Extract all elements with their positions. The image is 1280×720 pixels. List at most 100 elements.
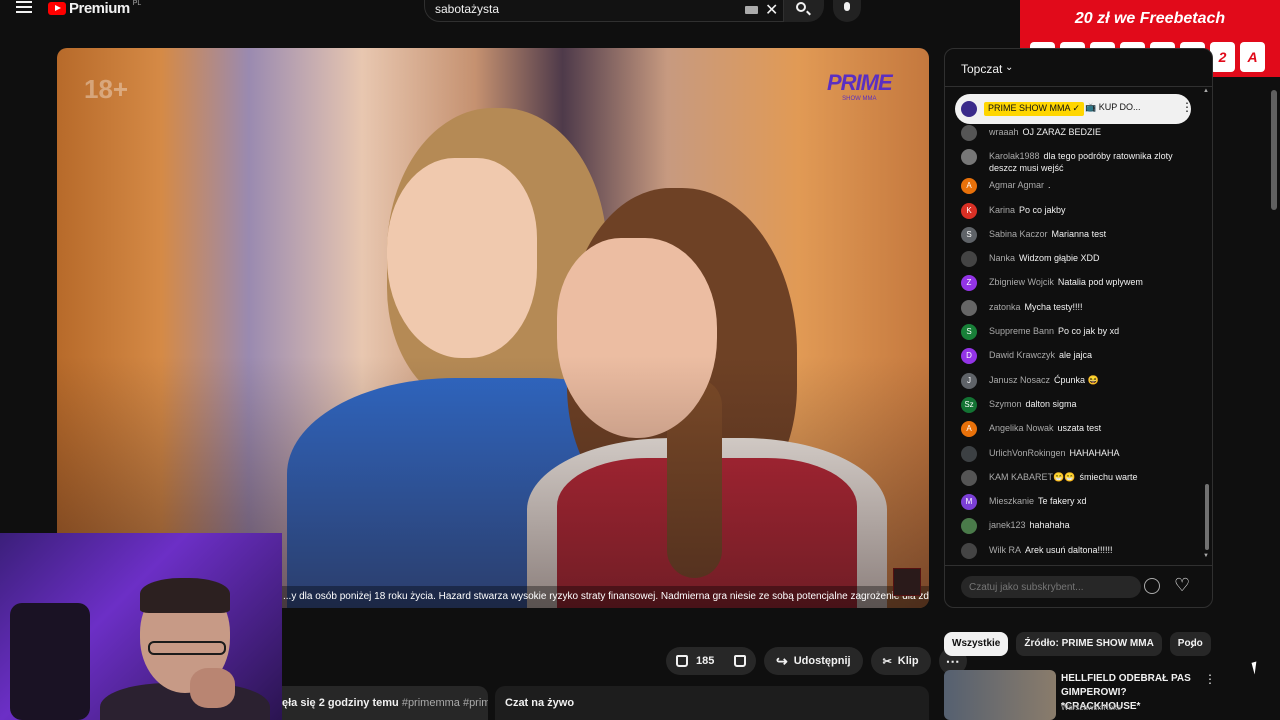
chat-input[interactable] <box>961 576 1141 598</box>
chat-author[interactable]: wraaah <box>989 127 1019 137</box>
video-description[interactable]: ęła się 2 godziny temu #primemma #primes… <box>282 686 488 720</box>
chat-message[interactable]: zatonka Mycha testy!!!! <box>945 296 1203 320</box>
avatar[interactable] <box>961 469 977 486</box>
avatar[interactable]: S <box>961 226 977 243</box>
video-thumbnail[interactable] <box>944 670 1056 720</box>
channel-name[interactable]: WarszawskiKoks <box>1061 703 1121 712</box>
like-button[interactable]: 185 <box>666 647 724 675</box>
avatar[interactable] <box>961 251 977 268</box>
chat-text: OJ ZARAZ BEDZIE <box>1022 127 1102 137</box>
chevron-right-icon[interactable]: › <box>1190 636 1195 652</box>
chat-message[interactable]: Karolak1988 dla tego podróby ratownika zl… <box>945 145 1203 174</box>
avatar[interactable] <box>961 125 977 141</box>
youtube-logo[interactable]: Premium PL <box>48 0 141 17</box>
chat-mode-dropdown[interactable]: Topczat <box>961 62 1002 76</box>
pinned-author: PRIME SHOW MMA ✓ <box>984 102 1085 116</box>
hashtags[interactable]: #primemma #primesh <box>399 697 488 709</box>
clip-button[interactable]: ✂ Klip <box>870 647 931 675</box>
clear-icon[interactable]: ✕ <box>765 0 778 20</box>
avatar[interactable]: J <box>961 372 977 389</box>
chat-messages: wraaah OJ ZARAZ BEDZIE Karolak1988 dla tego… <box>945 121 1203 563</box>
chat-text: Marianna test <box>1051 228 1107 239</box>
chat-text: Arek usuń daltona!!!!!! <box>1025 544 1113 555</box>
chat-message[interactable]: A Agmar Agmar. <box>945 174 1203 198</box>
video-actions: 185 ↪ Udostępnij ✂ Klip ⋯ <box>666 647 967 675</box>
chat-message[interactable]: janek123 hahahaha <box>945 514 1203 538</box>
avatar[interactable]: A <box>961 421 977 438</box>
chat-author[interactable]: Suppreme Bann <box>989 326 1054 336</box>
chat-message[interactable]: Z Zbigniew Wojcik Natalia pod wplywem <box>945 271 1203 295</box>
chat-text: HAHAHAHA <box>1069 447 1120 458</box>
chat-author[interactable]: zatonka <box>989 302 1021 312</box>
logo-sub: SHOW MMA <box>842 96 877 102</box>
chat-scrollbar[interactable] <box>1205 484 1209 550</box>
more-options-icon[interactable]: ⋮ <box>1181 100 1193 114</box>
share-button[interactable]: ↪ Udostępnij <box>764 647 863 675</box>
chat-message[interactable]: Wilk RA Arek usuń daltona!!!!!! <box>945 539 1203 563</box>
chat-author[interactable]: Dawid Krawczyk <box>989 350 1055 360</box>
chat-message[interactable]: D Dawid Krawczyk ale jajca <box>945 344 1203 368</box>
emoji-icon[interactable] <box>1144 578 1160 594</box>
chat-message[interactable]: Nanka Widzom głąbie XDD <box>945 247 1203 271</box>
scroll-up-arrow[interactable]: ▲ <box>1203 88 1209 94</box>
chevron-down-icon[interactable]: ⌄ <box>1005 62 1013 73</box>
chat-header: Topczat ⌄ <box>945 49 1212 87</box>
pinned-message[interactable]: PRIME SHOW MMA ✓ 📺 KUP DO... ⋮ <box>955 94 1193 124</box>
avatar[interactable]: Z <box>961 275 977 292</box>
heart-icon[interactable]: ♡ <box>1174 575 1190 596</box>
chat-message[interactable]: M Mieszkanie Te fakery xd <box>945 490 1203 514</box>
avatar[interactable] <box>961 149 977 166</box>
chat-author[interactable]: Karolak1988 <box>989 151 1040 161</box>
chat-message[interactable]: S Sabina Kaczor Marianna test <box>945 223 1203 247</box>
avatar[interactable] <box>961 518 977 535</box>
pinned-text: 📺 KUP DO... <box>1085 102 1141 112</box>
avatar[interactable]: Sz <box>961 396 977 413</box>
chat-author[interactable]: UrlichVonRokingen <box>989 448 1066 458</box>
more-options-icon[interactable]: ⋮ <box>1204 672 1216 686</box>
chip-all[interactable]: Wszystkie <box>944 632 1009 656</box>
avatar[interactable] <box>961 445 977 462</box>
chat-message[interactable]: UrlichVonRokingen HAHAHAHA <box>945 442 1203 466</box>
avatar[interactable] <box>961 299 977 316</box>
dislike-button[interactable] <box>724 647 756 675</box>
live-chat-bar[interactable]: Czat na żywo <box>495 686 929 720</box>
logo-main: PRIME <box>827 70 893 95</box>
chat-message[interactable]: Sz Szymon dalton sigma <box>945 393 1203 417</box>
avatar[interactable]: A <box>961 178 977 195</box>
chat-author[interactable]: Zbigniew Wojcik <box>989 277 1054 287</box>
chat-author[interactable]: Mieszkanie <box>989 496 1034 506</box>
search-button[interactable] <box>784 0 824 22</box>
page-scrollbar[interactable] <box>1271 90 1277 210</box>
chat-author[interactable]: Szymon <box>989 399 1022 409</box>
chat-message[interactable]: wraaah OJ ZARAZ BEDZIE <box>945 121 1203 145</box>
search-input[interactable]: sabotażysta ✕ <box>424 0 784 22</box>
chat-author[interactable]: Sabina Kaczor <box>989 229 1048 239</box>
chat-message[interactable]: KAM KABARET😁😁 śmiechu warte <box>945 466 1203 490</box>
chat-author[interactable]: janek123 <box>989 520 1026 530</box>
voice-search-button[interactable] <box>833 0 861 22</box>
avatar[interactable] <box>961 542 977 559</box>
avatar[interactable]: S <box>961 324 977 341</box>
scroll-down-arrow[interactable]: ▼ <box>1203 553 1209 559</box>
keyboard-icon[interactable] <box>745 6 758 14</box>
chat-author[interactable]: Nanka <box>989 253 1015 263</box>
chat-text: Ćpunka 😆 <box>1054 374 1099 385</box>
avatar[interactable]: M <box>961 494 977 511</box>
video-player[interactable]: 18+ PRIME SHOW MMA ...y dla osób poniżej… <box>57 48 929 608</box>
menu-icon[interactable] <box>16 1 32 15</box>
chat-message[interactable]: K Karina Po co jakby <box>945 199 1203 223</box>
chat-message[interactable]: S Suppreme Bann Po co jak by xd <box>945 320 1203 344</box>
chat-message[interactable]: J Janusz Nosacz Ćpunka 😆 <box>945 369 1203 393</box>
chat-author[interactable]: Wilk RA <box>989 545 1021 555</box>
chat-author[interactable]: KAM KABARET😁😁 <box>989 472 1075 482</box>
chip-source[interactable]: Źródło: PRIME SHOW MMA <box>1016 632 1162 656</box>
avatar[interactable]: D <box>961 348 977 365</box>
chat-message[interactable]: A Angelika Nowak uszata test <box>945 417 1203 441</box>
like-count: 185 <box>696 655 715 667</box>
avatar[interactable]: K <box>961 202 977 219</box>
chat-author[interactable]: Agmar Agmar <box>989 180 1044 190</box>
chat-author[interactable]: Karina <box>989 205 1015 215</box>
stamp-icon <box>893 568 921 596</box>
chat-author[interactable]: Janusz Nosacz <box>989 375 1050 385</box>
chat-author[interactable]: Angelika Nowak <box>989 423 1054 433</box>
